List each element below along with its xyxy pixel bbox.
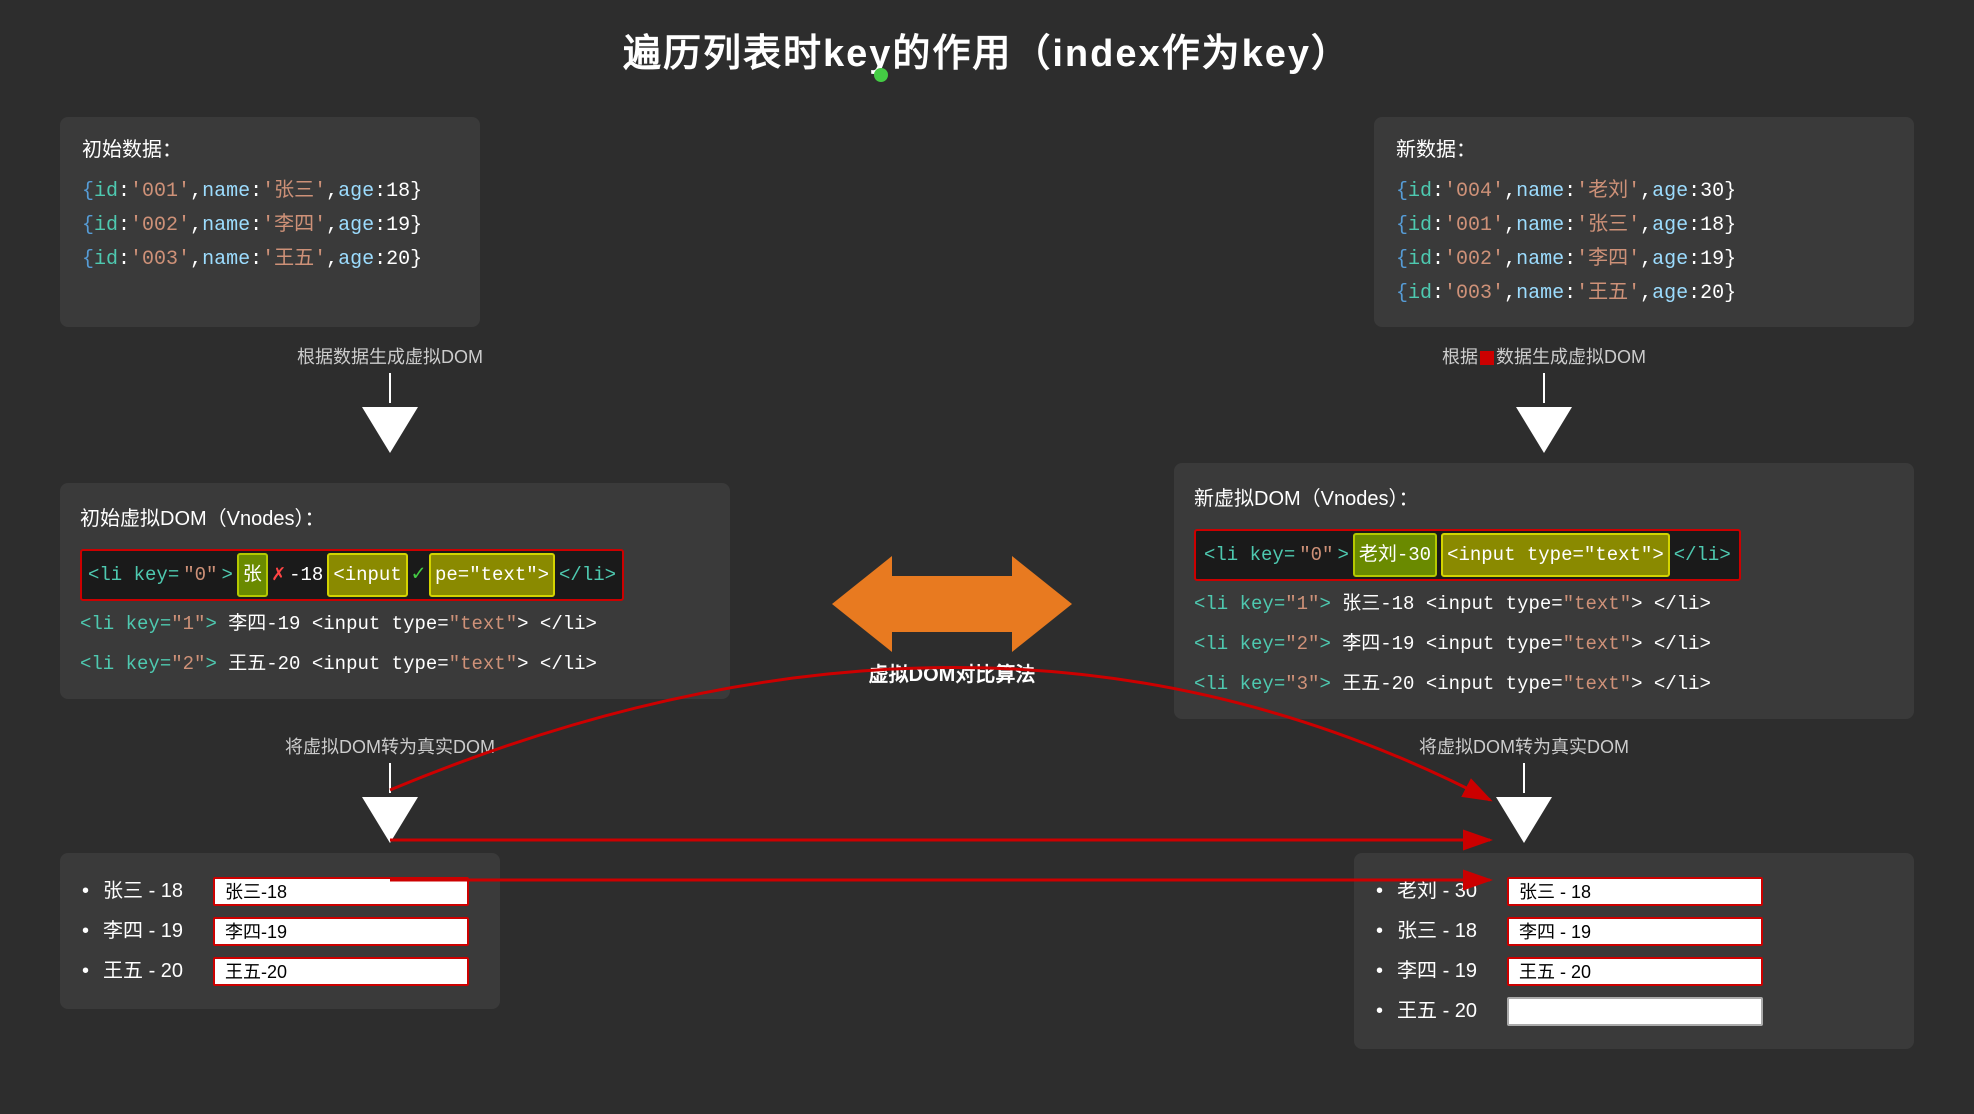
initial-vnode-box: 初始虚拟DOM（Vnodes）： <li key="0"> 张 ✗ -18 <i… xyxy=(60,483,730,699)
left-arrow-down-icon xyxy=(362,407,418,453)
new-real-dom-input-3[interactable] xyxy=(1507,997,1763,1026)
vnode-row-2: <li key="2"> 王五-20 <input type="text"> <… xyxy=(80,645,710,683)
new-real-dom-input-0[interactable] xyxy=(1507,877,1763,906)
arrow-section-bottom: 将虚拟DOM转为真实DOM 将虚拟DOM转为真实DOM xyxy=(0,733,1974,843)
new-vnode-box: 新虚拟DOM（Vnodes）： <li key="0"> 老刘-30 <inpu… xyxy=(1174,463,1914,719)
right-bottom-arrow-down-icon xyxy=(1496,797,1552,843)
new-real-dom-box: • 老刘 - 30 • 张三 - 18 • 李四 - 19 • 王五 - 20 xyxy=(1354,853,1914,1049)
new-real-dom-input-2[interactable] xyxy=(1507,957,1763,986)
green-dot-indicator xyxy=(870,68,888,87)
vnode-section: 初始虚拟DOM（Vnodes）： <li key="0"> 张 ✗ -18 <i… xyxy=(0,463,1974,719)
new-real-dom-input-1[interactable] xyxy=(1507,917,1763,946)
new-data-row-4: {id:'003',name:'王五',age:20} xyxy=(1396,277,1892,311)
left-bottom-arrow-down-icon xyxy=(362,797,418,843)
real-dom-label-2: 王五 - 20 xyxy=(103,951,203,991)
top-data-section: 初始数据： {id:'001',name:'张三',age:18} {id:'0… xyxy=(0,87,1974,327)
right-arrow-down-icon xyxy=(1516,407,1572,453)
new-real-dom-item-0: • 老刘 - 30 xyxy=(1376,871,1892,911)
new-real-dom-label-2: 李四 - 19 xyxy=(1397,951,1497,991)
new-real-dom-label-0: 老刘 - 30 xyxy=(1397,871,1497,911)
initial-data-row-1: {id:'001',name:'张三',age:18} xyxy=(82,175,458,209)
initial-vnode-label: 初始虚拟DOM（Vnodes）： xyxy=(80,499,710,539)
zhang-highlight: 张 xyxy=(237,553,268,597)
left-arrow-block: 根据数据生成虚拟DOM xyxy=(180,343,600,453)
input-highlight-new: <input type="text"> xyxy=(1441,533,1670,577)
new-real-dom-item-2: • 李四 - 19 xyxy=(1376,951,1892,991)
new-vnode-row-0: <li key="0"> 老刘-30 <input type="text"> <… xyxy=(1194,529,1894,581)
right-arrow-block: 根据数据生成虚拟DOM xyxy=(1334,343,1754,453)
new-real-dom-item-3: • 王五 - 20 xyxy=(1376,991,1892,1031)
new-data-box: 新数据： {id:'004',name:'老刘',age:30} {id:'00… xyxy=(1374,117,1914,327)
initial-data-box: 初始数据： {id:'001',name:'张三',age:18} {id:'0… xyxy=(60,117,480,327)
new-data-row-2: {id:'001',name:'张三',age:18} xyxy=(1396,209,1892,243)
real-dom-input-1[interactable] xyxy=(213,917,469,946)
vnode-row-0: <li key="0"> 张 ✗ -18 <input ✓ pe="text">… xyxy=(80,549,710,601)
page-container: 遍历列表时key的作用（index作为key） 初始数据： {id:'001',… xyxy=(0,0,1974,1114)
left-bottom-arrow-label: 将虚拟DOM转为真实DOM xyxy=(285,733,495,759)
arrow-section-top: 根据数据生成虚拟DOM 根据数据生成虚拟DOM xyxy=(0,343,1974,453)
page-title: 遍历列表时key的作用（index作为key） xyxy=(0,0,1974,77)
real-dom-item-2: • 王五 - 20 xyxy=(82,951,478,991)
right-bottom-arrow-label: 将虚拟DOM转为真实DOM xyxy=(1419,733,1629,759)
new-real-dom-label-3: 王五 - 20 xyxy=(1397,991,1497,1031)
orange-arrow-icon xyxy=(832,556,1072,652)
real-dom-section: • 张三 - 18 • 李四 - 19 • 王五 - 20 • 老刘 - 30 xyxy=(0,853,1974,1049)
new-data-label: 新数据： xyxy=(1396,133,1892,167)
new-vnode-row-3: <li key="3"> 王五-20 <input type="text"> <… xyxy=(1194,665,1894,703)
real-dom-item-0: • 张三 - 18 xyxy=(82,871,478,911)
new-real-dom-label-1: 张三 - 18 xyxy=(1397,911,1497,951)
initial-data-label: 初始数据： xyxy=(82,133,458,167)
new-data-row-1: {id:'004',name:'老刘',age:30} xyxy=(1396,175,1892,209)
new-data-row-3: {id:'002',name:'李四',age:19} xyxy=(1396,243,1892,277)
initial-data-row-2: {id:'002',name:'李四',age:19} xyxy=(82,209,458,243)
input-highlight: <input xyxy=(327,553,407,597)
middle-arrow-block: 虚拟DOM对比算法 xyxy=(802,556,1102,687)
real-dom-label-1: 李四 - 19 xyxy=(103,911,203,951)
new-vnode-row-2: <li key="2"> 李四-19 <input type="text"> <… xyxy=(1194,625,1894,663)
new-vnode-label: 新虚拟DOM（Vnodes）： xyxy=(1194,479,1894,519)
real-dom-input-2[interactable] xyxy=(213,957,469,986)
new-real-dom-item-1: • 张三 - 18 xyxy=(1376,911,1892,951)
red-square-icon xyxy=(1480,351,1494,365)
right-arrow-label: 根据数据生成虚拟DOM xyxy=(1442,343,1646,369)
initial-data-row-3: {id:'003',name:'王五',age:20} xyxy=(82,243,458,277)
left-bottom-arrow-block: 将虚拟DOM转为真实DOM xyxy=(180,733,600,843)
middle-arrow-label: 虚拟DOM对比算法 xyxy=(869,658,1036,687)
new-vnode-row-1: <li key="1"> 张三-18 <input type="text"> <… xyxy=(1194,585,1894,623)
vnode-row-1: <li key="1"> 李四-19 <input type="text"> <… xyxy=(80,605,710,643)
initial-real-dom-box: • 张三 - 18 • 李四 - 19 • 王五 - 20 xyxy=(60,853,500,1009)
laoliu-highlight: 老刘-30 xyxy=(1353,533,1437,577)
real-dom-input-0[interactable] xyxy=(213,877,469,906)
left-arrow-label: 根据数据生成虚拟DOM xyxy=(297,343,483,369)
real-dom-item-1: • 李四 - 19 xyxy=(82,911,478,951)
right-bottom-arrow-block: 将虚拟DOM转为真实DOM xyxy=(1314,733,1734,843)
real-dom-label-0: 张三 - 18 xyxy=(103,871,203,911)
